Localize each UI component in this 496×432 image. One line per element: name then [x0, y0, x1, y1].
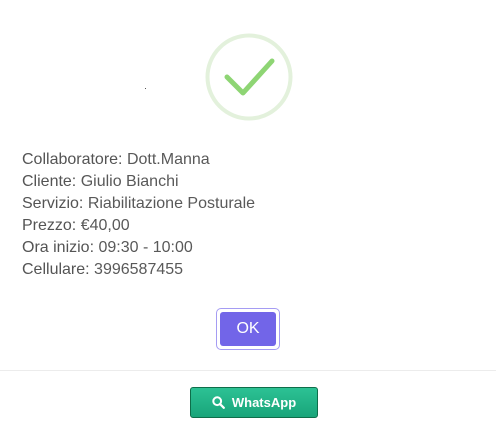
- detail-value: 09:30 - 10:00: [98, 239, 193, 256]
- detail-row-prezzo: Prezzo: €40,00: [22, 215, 482, 237]
- detail-label: Ora inizio:: [22, 239, 95, 256]
- detail-label: Cellulare:: [22, 261, 90, 278]
- stray-dot: [145, 88, 146, 89]
- detail-label: Prezzo:: [22, 217, 77, 234]
- ok-button[interactable]: OK: [220, 312, 276, 346]
- whatsapp-button-label: WhatsApp: [231, 395, 297, 410]
- check-circle-icon: [205, 33, 293, 121]
- whatsapp-button[interactable]: WhatsApp: [190, 387, 318, 418]
- ok-button-wrapper: OK: [216, 308, 282, 352]
- ok-button-focus-ring: OK: [216, 308, 280, 350]
- detail-row-ora-inizio: Ora inizio: 09:30 - 10:00: [22, 237, 482, 259]
- confirmation-dialog: Collaboratore: Dott.Manna Cliente: Giuli…: [0, 0, 496, 432]
- detail-value: €40,00: [80, 217, 130, 234]
- detail-label: Collaboratore:: [22, 151, 123, 168]
- detail-row-collaboratore: Collaboratore: Dott.Manna: [22, 149, 482, 171]
- appointment-details: Collaboratore: Dott.Manna Cliente: Giuli…: [22, 149, 482, 281]
- detail-label: Cliente:: [22, 173, 77, 190]
- detail-row-cliente: Cliente: Giulio Bianchi: [22, 171, 482, 193]
- footer-divider: [0, 370, 496, 371]
- detail-value: Dott.Manna: [126, 151, 210, 168]
- detail-value: Riabilitazione Posturale: [87, 195, 256, 212]
- detail-row-servizio: Servizio: Riabilitazione Posturale: [22, 193, 482, 215]
- detail-row-cellulare: Cellulare: 3996587455: [22, 259, 482, 281]
- search-icon: [212, 396, 225, 409]
- detail-value: Giulio Bianchi: [80, 173, 179, 190]
- detail-label: Servizio:: [22, 195, 84, 212]
- detail-value: 3996587455: [94, 261, 184, 278]
